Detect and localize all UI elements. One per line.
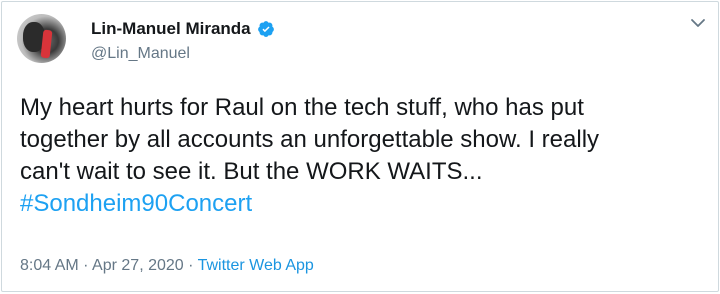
avatar-red-accent [40, 29, 53, 59]
tweet-text-line: can't wait to see it. But the WORK WAITS… [20, 158, 483, 185]
tweet-text: My heart hurts for Raul on the tech stuf… [20, 92, 710, 220]
tweet-card: Lin-Manuel Miranda @Lin_Manuel My heart … [1, 1, 719, 292]
tweet-text-line: together by all accounts an unforgettabl… [20, 126, 600, 153]
author-name[interactable]: Lin-Manuel Miranda [91, 19, 251, 39]
tweet-meta: 8:04 AM · Apr 27, 2020 · Twitter Web App [20, 256, 314, 276]
hashtag-link[interactable]: #Sondheim90Concert [20, 188, 710, 220]
author-handle[interactable]: @Lin_Manuel [91, 44, 190, 64]
verified-badge-icon [257, 21, 274, 37]
author-name-row: Lin-Manuel Miranda [91, 19, 275, 39]
author-avatar[interactable] [17, 14, 66, 63]
tweet-date[interactable]: Apr 27, 2020 [92, 257, 184, 274]
tweet-source-link[interactable]: Twitter Web App [198, 257, 314, 274]
meta-separator: · [188, 257, 194, 274]
chevron-down-icon[interactable] [690, 16, 706, 30]
tweet-text-line: My heart hurts for Raul on the tech stuf… [20, 94, 584, 121]
tweet-time[interactable]: 8:04 AM [20, 257, 79, 274]
meta-separator: · [83, 257, 89, 274]
